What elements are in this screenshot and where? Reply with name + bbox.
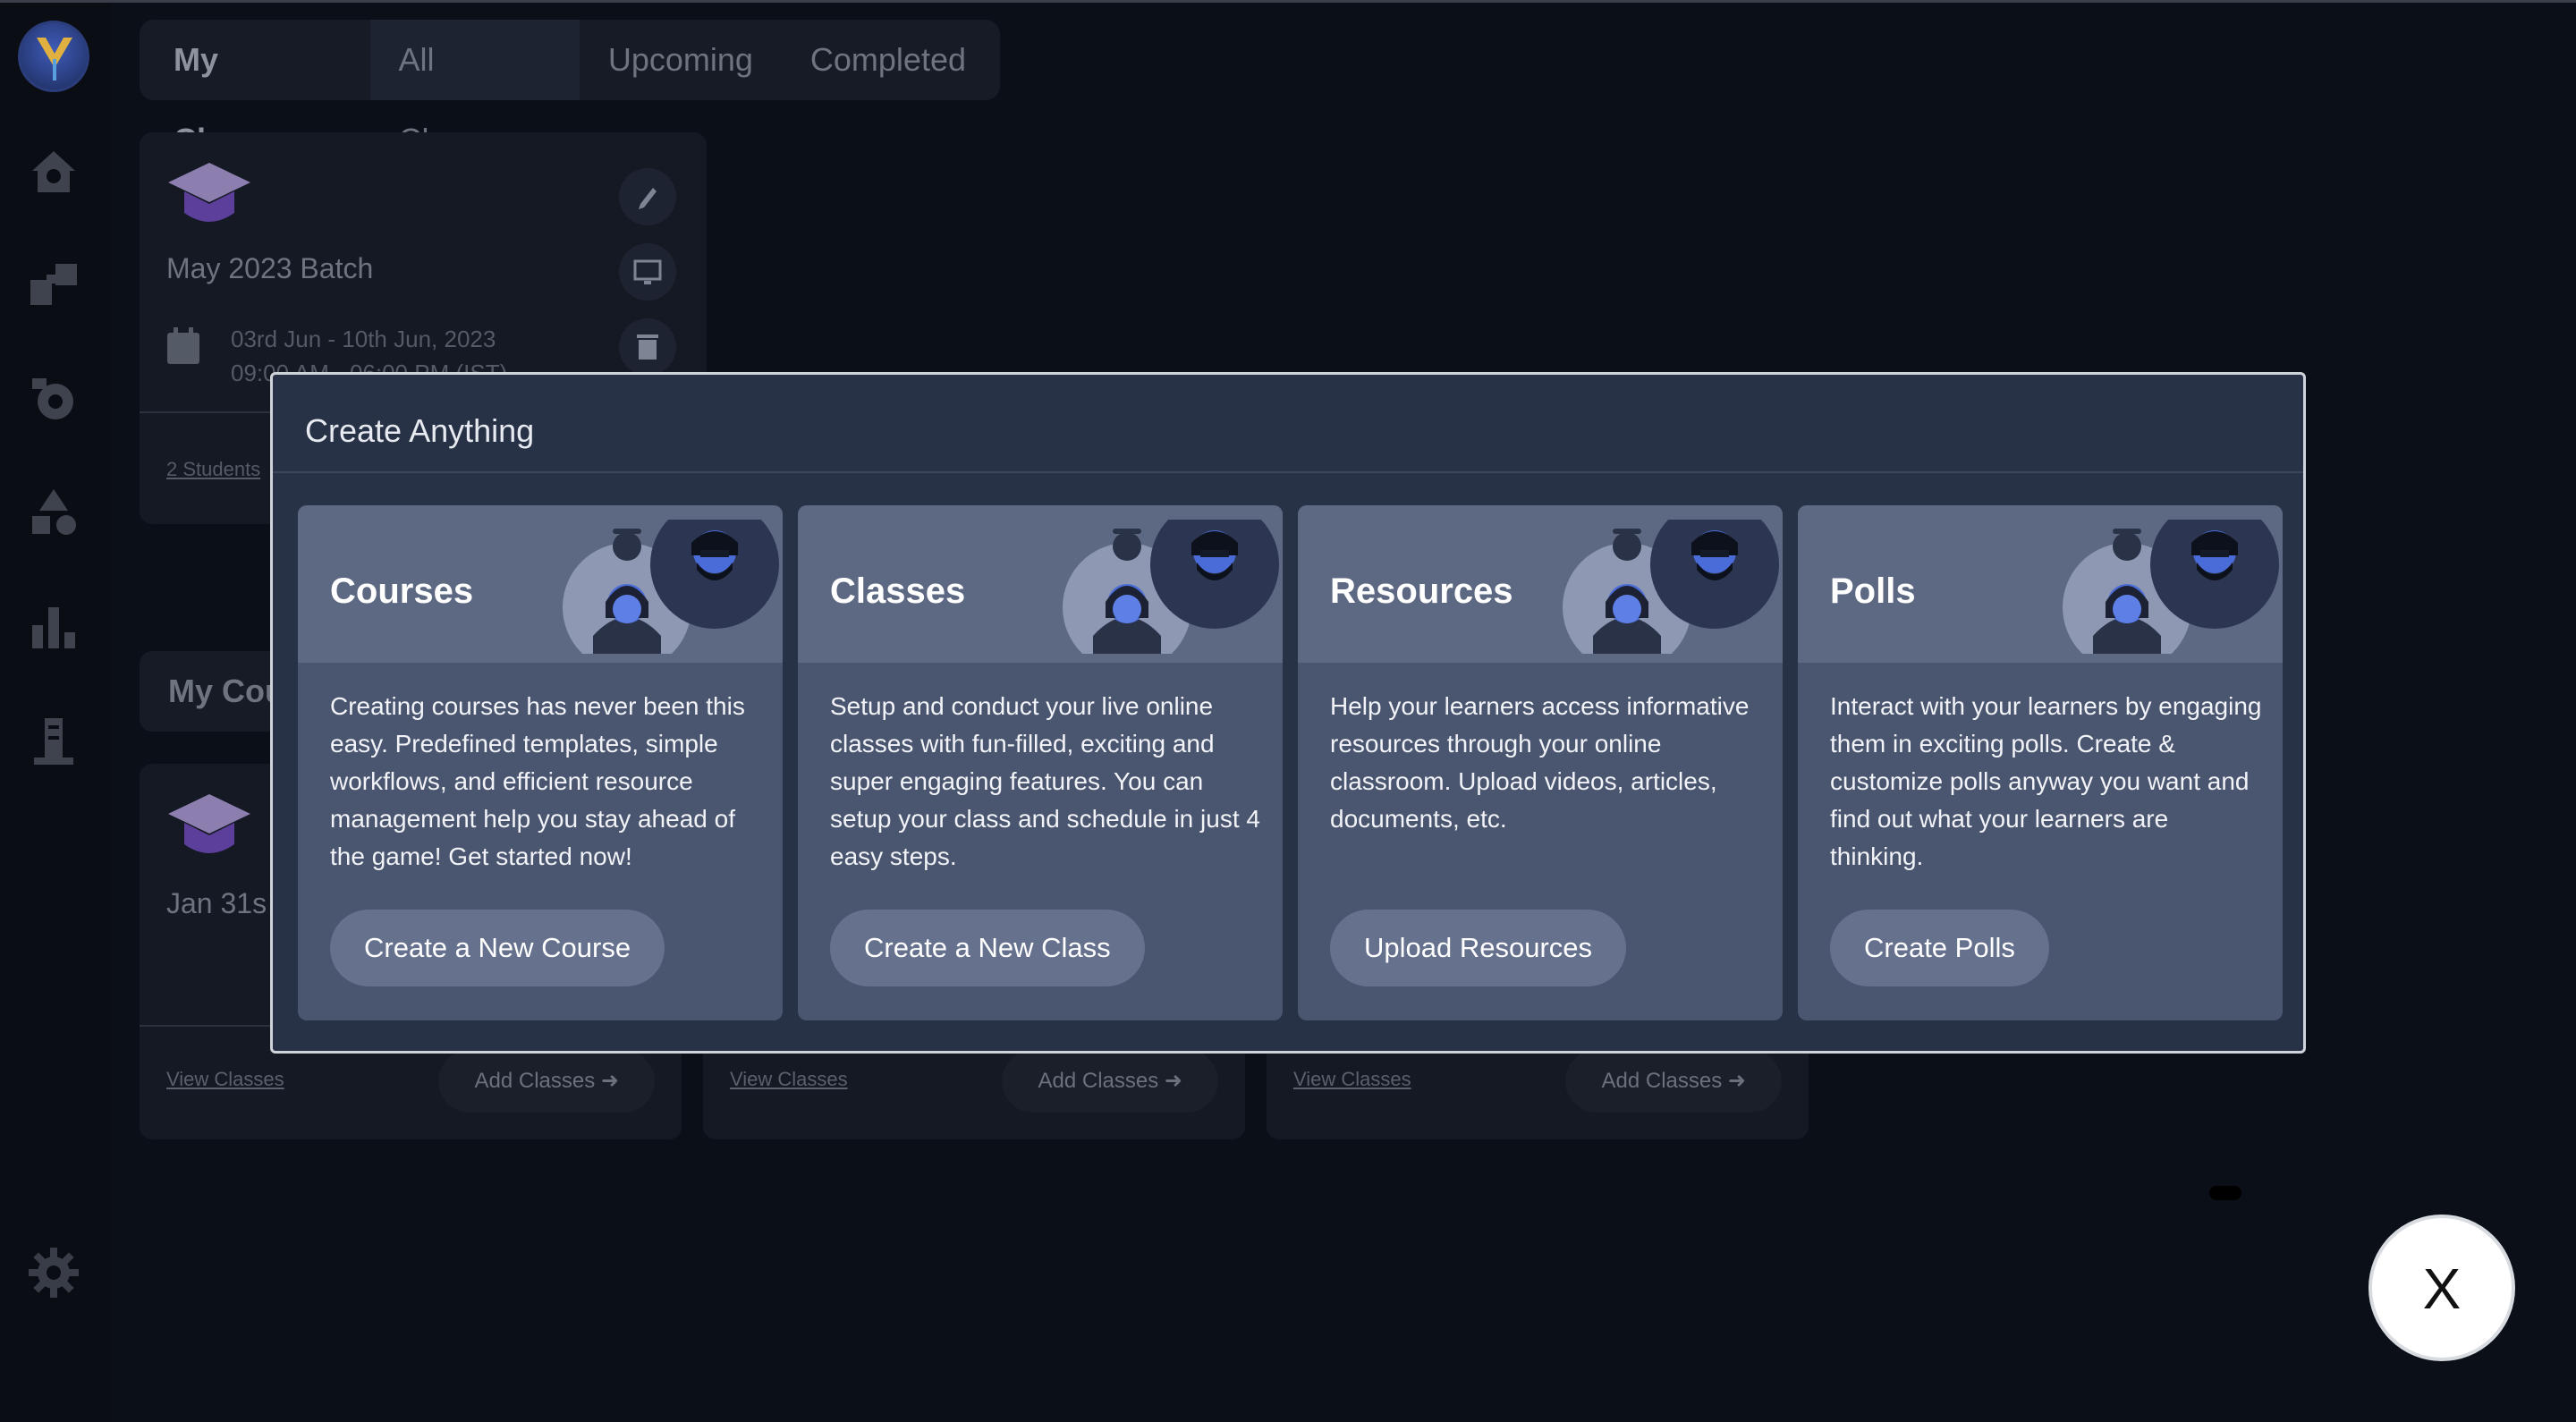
present-button[interactable]: [619, 243, 676, 300]
courses-card: Courses Creating courses has never been …: [298, 505, 783, 1020]
close-button[interactable]: X: [2368, 1215, 2515, 1361]
create-class-button[interactable]: Create a New Class: [830, 910, 1145, 986]
edit-button[interactable]: [619, 168, 676, 225]
card-description: Help your learners access informative re…: [1330, 692, 1750, 833]
create-polls-button[interactable]: Create Polls: [1830, 910, 2049, 986]
card-title: Polls: [1830, 571, 1916, 611]
create-anything-modal: Create Anything Courses Creating courses…: [270, 372, 2306, 1054]
tab-my-classes[interactable]: My Classes: [145, 20, 370, 158]
add-classes-label: Add Classes: [1601, 1069, 1723, 1093]
view-classes-link[interactable]: View Classes: [730, 1068, 848, 1091]
classes-card: Classes Setup and conduct your live onli…: [798, 505, 1283, 1020]
trash-icon: [637, 334, 658, 360]
calendar-icon: [167, 327, 199, 364]
class-tabs: My Classes All Classes Upcoming Complete…: [140, 20, 1000, 158]
arrow-right-circle-icon: ➜: [1164, 1069, 1182, 1093]
create-course-button[interactable]: Create a New Course: [330, 910, 665, 986]
add-classes-button[interactable]: Add Classes ➜: [1565, 1050, 1782, 1113]
course-card-title: Jan 31s: [166, 887, 267, 919]
add-classes-label: Add Classes: [1038, 1069, 1159, 1093]
students-link[interactable]: 2 Students: [166, 458, 260, 481]
monitor-icon: [633, 259, 662, 284]
learners-illustration-icon: [563, 520, 779, 654]
learners-illustration-icon: [1063, 520, 1279, 654]
modal-title: Create Anything: [305, 412, 535, 449]
learners-illustration-icon: [1563, 520, 1779, 654]
arrow-right-circle-icon: ➜: [1727, 1069, 1746, 1093]
pencil-icon: [639, 188, 657, 209]
tab-all-classes[interactable]: All Classes: [369, 20, 580, 158]
arrow-right-circle-icon: ➜: [600, 1069, 619, 1093]
learners-illustration-icon: [2063, 520, 2279, 654]
class-card-dates: 03rd Jun - 10th Jun, 2023: [231, 326, 496, 352]
tab-upcoming[interactable]: Upcoming: [580, 20, 782, 100]
modal-header: Create Anything: [273, 375, 2303, 473]
card-title: Courses: [330, 571, 474, 611]
card-title: Classes: [830, 571, 966, 611]
card-description: Creating courses has never been this eas…: [330, 692, 745, 870]
tab-completed[interactable]: Completed: [782, 20, 995, 100]
card-title: Resources: [1330, 571, 1513, 611]
add-classes-button[interactable]: Add Classes ➜: [1002, 1050, 1218, 1113]
polls-card: Polls Interact with your learners by eng…: [1798, 505, 2283, 1020]
class-card-title: May 2023 Batch: [166, 252, 374, 284]
graduation-cap-icon: [168, 794, 250, 853]
view-classes-link[interactable]: View Classes: [1293, 1068, 1411, 1091]
upload-resources-button[interactable]: Upload Resources: [1330, 910, 1627, 986]
view-classes-link[interactable]: View Classes: [166, 1068, 284, 1091]
graduation-cap-icon: [168, 163, 250, 222]
card-description: Interact with your learners by engaging …: [1830, 692, 2262, 870]
card-description: Setup and conduct your live online class…: [830, 692, 1260, 870]
delete-button[interactable]: [619, 318, 676, 376]
decorative-blip: [2209, 1186, 2241, 1200]
add-classes-label: Add Classes: [474, 1069, 596, 1093]
resources-card: Resources Help your learners access info…: [1298, 505, 1783, 1020]
add-classes-button[interactable]: Add Classes ➜: [438, 1050, 655, 1113]
